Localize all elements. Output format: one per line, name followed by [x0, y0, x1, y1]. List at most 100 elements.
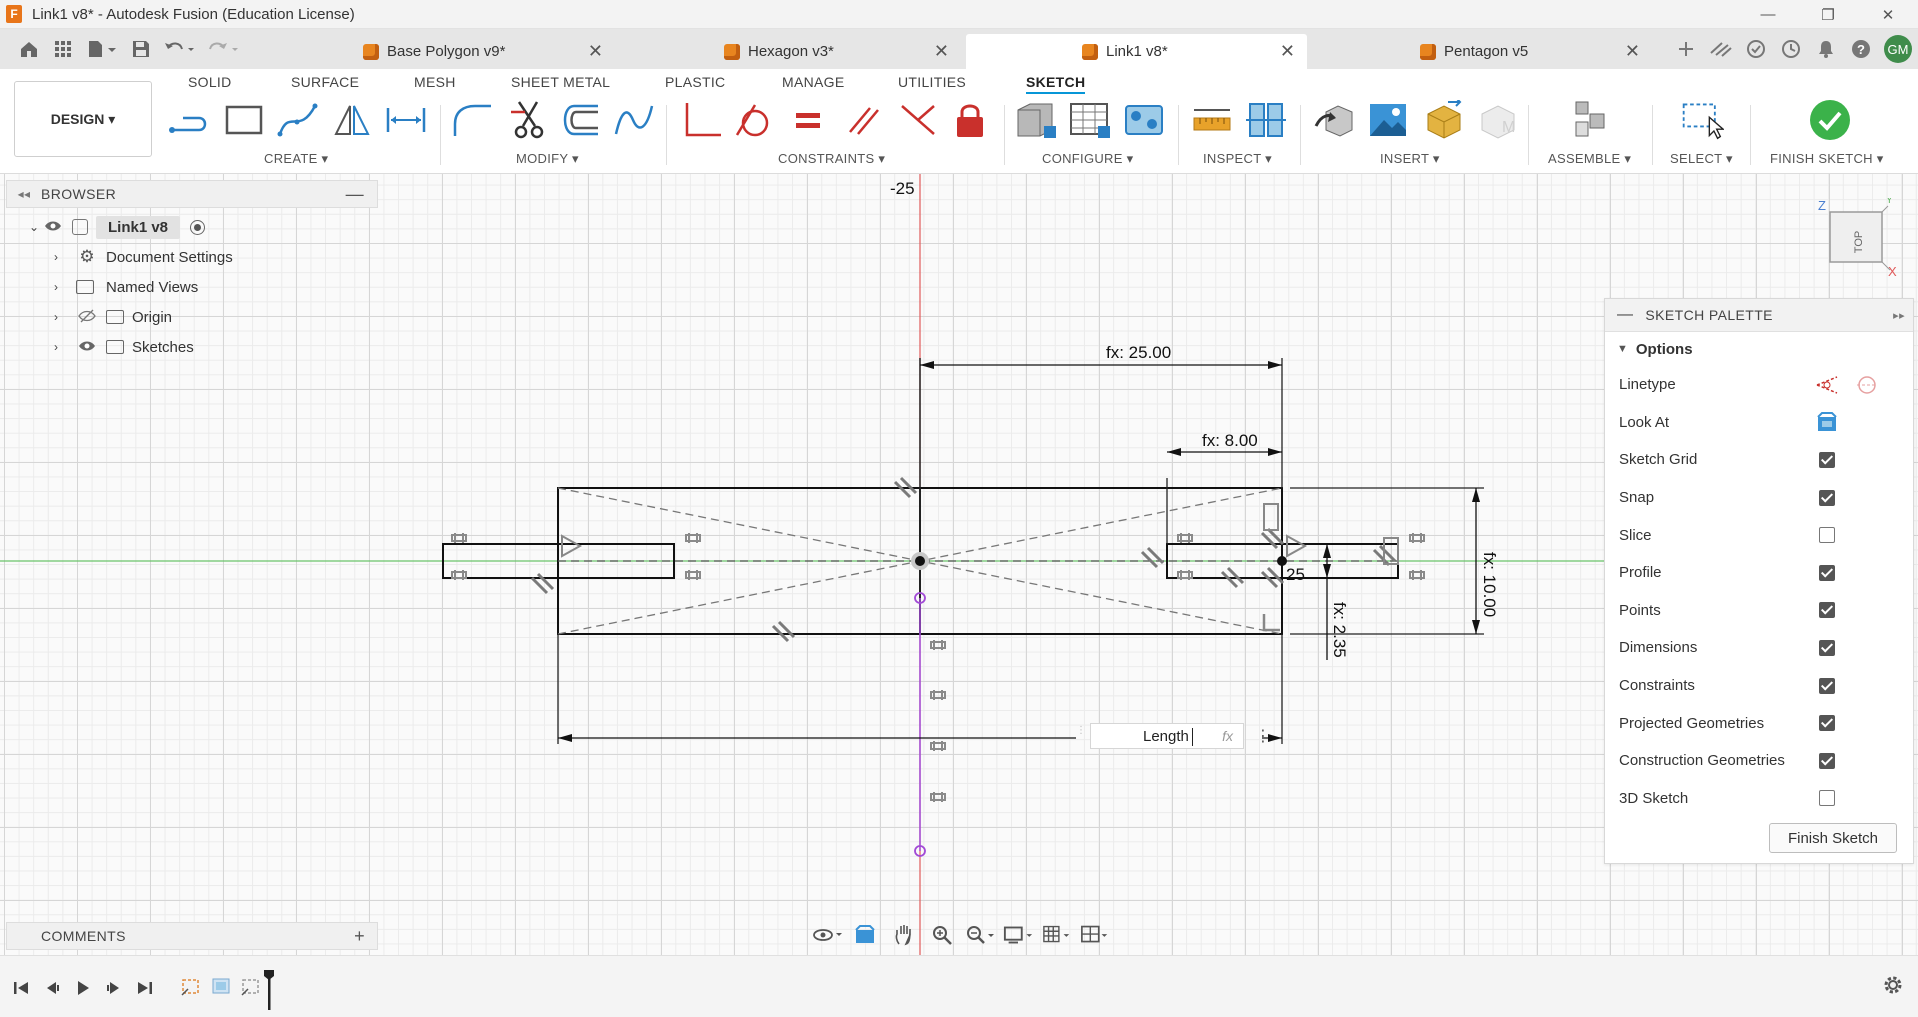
timeline-settings-gear-icon[interactable]	[1882, 974, 1904, 1002]
tab-manage[interactable]: MANAGE	[782, 74, 844, 90]
tab-sketch[interactable]: SKETCH	[1026, 74, 1086, 94]
add-comment-button[interactable]: +	[354, 926, 365, 947]
home-icon[interactable]	[12, 29, 46, 69]
timeline-next-icon[interactable]	[101, 976, 127, 1000]
constraints-checkbox[interactable]	[1819, 677, 1835, 694]
look-at-nav-icon[interactable]	[850, 920, 880, 950]
fillet-tool-icon[interactable]	[450, 99, 494, 141]
help-icon[interactable]: ?	[1843, 29, 1878, 69]
restore-button[interactable]: ❐	[1798, 0, 1858, 29]
configuration-table-icon[interactable]	[1068, 99, 1112, 141]
collapse-panel-icon[interactable]: ◂◂	[7, 187, 41, 201]
constraints-group-label[interactable]: CONSTRAINTS ▾	[778, 151, 885, 167]
hidden-eye-icon[interactable]	[76, 309, 98, 326]
file-menu-icon[interactable]	[80, 29, 124, 69]
tab-plastic[interactable]: PLASTIC	[665, 74, 725, 90]
palette-row-construction-geometries[interactable]: Construction Geometries	[1605, 742, 1913, 780]
curve-tool-icon[interactable]	[612, 99, 656, 141]
options-section-header[interactable]: ▼ Options	[1605, 332, 1913, 366]
points-checkbox[interactable]	[1819, 602, 1835, 619]
browser-item-sketches[interactable]: › Sketches	[6, 332, 378, 362]
chevron-right-icon[interactable]: ›	[48, 250, 64, 264]
dimension-tool-icon[interactable]	[384, 99, 428, 141]
browser-item-named-views[interactable]: › Named Views	[6, 272, 378, 302]
visibility-eye-icon[interactable]	[76, 339, 98, 355]
trim-scissors-icon[interactable]	[508, 99, 552, 141]
save-icon[interactable]	[124, 29, 158, 69]
palette-row-snap[interactable]: Snap	[1605, 479, 1913, 517]
timeline-play-icon[interactable]	[70, 976, 96, 1000]
assemble-group-label[interactable]: ASSEMBLE ▾	[1548, 151, 1631, 167]
construction-geometries-checkbox[interactable]	[1819, 752, 1835, 769]
timeline-previous-icon[interactable]	[39, 976, 65, 1000]
centerline-linetype-icon[interactable]	[1855, 373, 1879, 397]
data-panel-grid-icon[interactable]	[46, 29, 80, 69]
history-clock-icon[interactable]	[1773, 29, 1808, 69]
change-parameters-icon[interactable]	[1122, 99, 1166, 141]
expand-palette-icon[interactable]: ▸▸	[1893, 309, 1905, 322]
palette-row-3d-sketch[interactable]: 3D Sketch	[1605, 780, 1913, 818]
palette-row-dimensions[interactable]: Dimensions	[1605, 629, 1913, 667]
insert-derive-icon[interactable]	[1312, 99, 1356, 141]
workspace-switcher-button[interactable]: DESIGN ▾	[14, 81, 152, 157]
browser-item-origin[interactable]: › Origin	[6, 302, 378, 332]
undo-icon[interactable]	[158, 29, 202, 69]
dimensions-checkbox[interactable]	[1819, 639, 1835, 656]
tab-pentagon[interactable]: Pentagon v5 ✕	[1412, 34, 1652, 69]
configure-group-label[interactable]: CONFIGURE ▾	[1042, 151, 1133, 167]
timeline-start-icon[interactable]	[8, 976, 34, 1000]
tab-sheet-metal[interactable]: SHEET METAL	[511, 74, 610, 90]
modify-group-label[interactable]: MODIFY ▾	[516, 151, 579, 167]
close-tab-icon[interactable]: ✕	[1280, 41, 1295, 62]
tab-surface[interactable]: SURFACE	[291, 74, 359, 90]
coincident-constraint-icon[interactable]	[680, 99, 724, 141]
job-status-icon[interactable]	[1738, 29, 1773, 69]
grid-settings-icon[interactable]	[1042, 920, 1072, 950]
spline-tool-icon[interactable]	[276, 99, 320, 141]
chevron-right-icon[interactable]: ›	[48, 340, 64, 354]
browser-root-item[interactable]: ⌄ Link1 v8	[6, 212, 378, 242]
comments-panel-header[interactable]: COMMENTS +	[6, 922, 378, 950]
assemble-component-icon[interactable]	[1568, 99, 1612, 141]
visibility-eye-icon[interactable]	[42, 219, 64, 235]
snap-checkbox[interactable]	[1819, 489, 1835, 506]
notifications-bell-icon[interactable]	[1808, 29, 1843, 69]
fx-expression-button[interactable]: fx	[1222, 728, 1233, 744]
interference-icon[interactable]	[1244, 99, 1288, 141]
dimension-input-grip-icon[interactable]: ⋮⋮	[1076, 725, 1096, 747]
close-tab-icon[interactable]: ✕	[1625, 41, 1640, 62]
parallel-constraint-icon[interactable]	[842, 99, 886, 141]
close-tab-icon[interactable]: ✕	[934, 41, 949, 62]
display-settings-icon[interactable]	[1003, 920, 1033, 950]
construction-linetype-icon[interactable]	[1815, 373, 1839, 397]
rectangle-tool-icon[interactable]	[222, 99, 266, 141]
finish-sketch-check-icon[interactable]	[1808, 99, 1852, 141]
minimize-button[interactable]: —	[1738, 0, 1798, 29]
measure-ruler-icon[interactable]	[1190, 99, 1234, 141]
palette-row-sketch-grid[interactable]: Sketch Grid	[1605, 441, 1913, 479]
chevron-right-icon[interactable]: ›	[48, 280, 64, 294]
palette-row-slice[interactable]: Slice	[1605, 516, 1913, 554]
tab-link1[interactable]: Link1 v8* ✕	[966, 34, 1307, 69]
palette-row-projected-geometries[interactable]: Projected Geometries	[1605, 704, 1913, 742]
insert-mcmaster-icon[interactable]: M	[1476, 99, 1520, 141]
slice-checkbox[interactable]	[1819, 527, 1835, 544]
inspect-group-label[interactable]: INSPECT ▾	[1203, 151, 1272, 167]
profile-checkbox[interactable]	[1819, 564, 1835, 581]
palette-row-profile[interactable]: Profile	[1605, 554, 1913, 592]
sketch-grid-checkbox[interactable]	[1819, 451, 1835, 468]
timeline-sketch-feature-icon[interactable]	[180, 975, 202, 997]
create-group-label[interactable]: CREATE ▾	[264, 151, 328, 167]
finish-sketch-label[interactable]: FINISH SKETCH ▾	[1770, 151, 1884, 167]
chevron-right-icon[interactable]: ›	[48, 310, 64, 324]
3d-sketch-checkbox[interactable]	[1819, 790, 1835, 807]
activate-radio-icon[interactable]	[190, 219, 206, 235]
projected-geometries-checkbox[interactable]	[1819, 715, 1835, 732]
timeline-end-icon[interactable]	[132, 976, 158, 1000]
collapse-palette-icon[interactable]: —	[1617, 306, 1633, 324]
parameters-table-icon[interactable]	[1014, 99, 1058, 141]
viewcube[interactable]: TOP Z X Y	[1816, 198, 1906, 288]
line-tool-icon[interactable]	[168, 99, 212, 141]
extensions-icon[interactable]	[1703, 29, 1738, 69]
user-avatar[interactable]: GM	[1884, 35, 1912, 63]
